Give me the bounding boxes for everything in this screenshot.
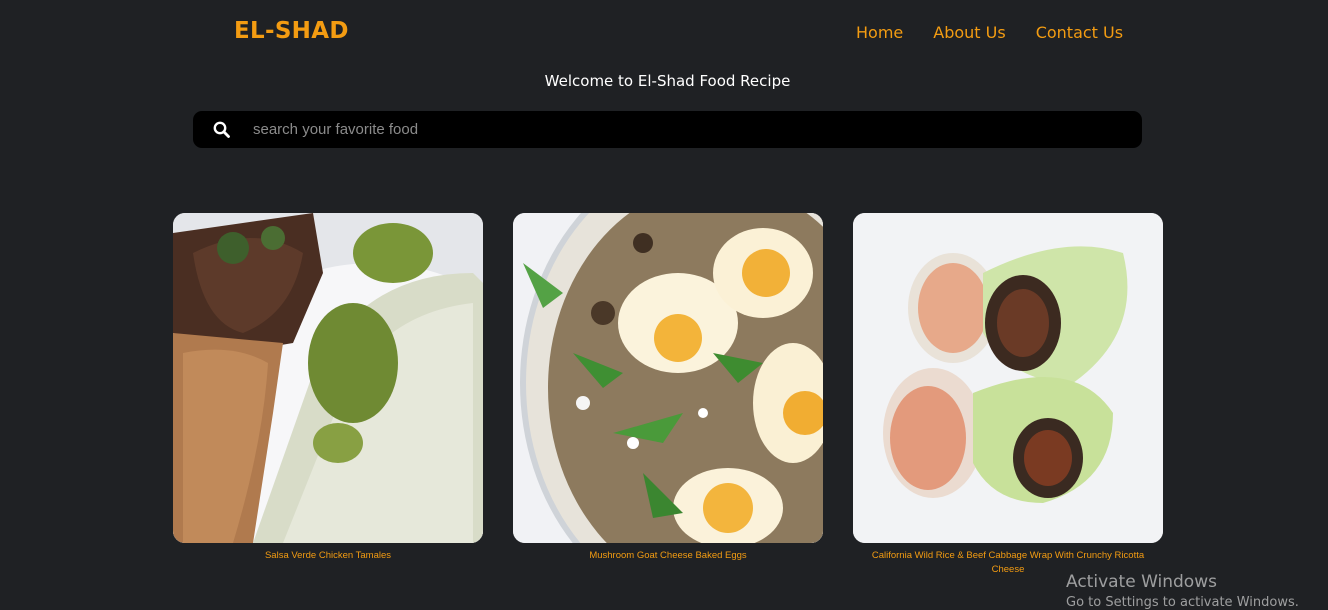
recipe-image[interactable] bbox=[853, 213, 1163, 543]
nav-home-link[interactable]: Home bbox=[856, 23, 903, 42]
recipe-title[interactable]: Salsa Verde Chicken Tamales bbox=[173, 549, 483, 563]
nav-about-link[interactable]: About Us bbox=[933, 23, 1005, 42]
search-input[interactable] bbox=[249, 111, 1142, 148]
recipe-title[interactable]: Mushroom Goat Cheese Baked Eggs bbox=[513, 549, 823, 563]
watermark-subtitle: Go to Settings to activate Windows. bbox=[1066, 595, 1299, 610]
site-logo[interactable]: EL-SHAD bbox=[234, 18, 349, 44]
nav-contact-link[interactable]: Contact Us bbox=[1036, 23, 1123, 42]
page: EL-SHAD Home About Us Contact Us Welcome… bbox=[0, 0, 1328, 610]
windows-activation-watermark: Activate Windows Go to Settings to activ… bbox=[1066, 572, 1299, 610]
recipe-card[interactable]: Mushroom Goat Cheese Baked Eggs bbox=[513, 213, 823, 563]
recipe-card[interactable]: Salsa Verde Chicken Tamales bbox=[173, 213, 483, 563]
welcome-heading: Welcome to El-Shad Food Recipe bbox=[544, 72, 791, 90]
search-icon[interactable] bbox=[193, 121, 249, 138]
recipe-image[interactable] bbox=[173, 213, 483, 543]
recipe-card[interactable]: California Wild Rice & Beef Cabbage Wrap… bbox=[853, 213, 1163, 577]
watermark-title: Activate Windows bbox=[1066, 572, 1217, 592]
main-nav: Home About Us Contact Us bbox=[856, 23, 1123, 42]
search-bar bbox=[193, 111, 1142, 148]
recipe-image[interactable] bbox=[513, 213, 823, 543]
